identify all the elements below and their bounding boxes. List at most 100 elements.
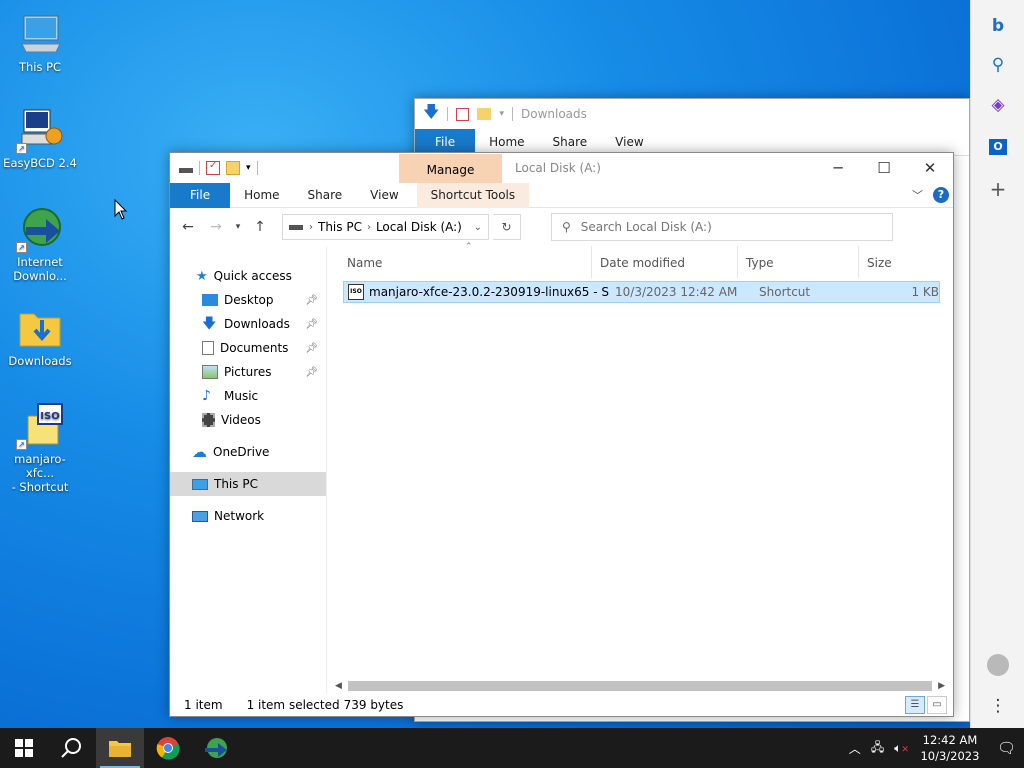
- desktop-icon-manjaro-shortcut[interactable]: ISO ↗ manjaro-xfc... - Shortcut: [1, 402, 79, 494]
- column-date-modified[interactable]: Date modified: [592, 246, 738, 278]
- search-icon[interactable]: ⚲: [986, 53, 1010, 77]
- nav-onedrive[interactable]: ☁ OneDrive: [170, 440, 326, 464]
- column-type[interactable]: Type: [738, 246, 859, 278]
- pin-icon[interactable]: 📌︎: [305, 343, 318, 354]
- system-tray: ︿ 🖧︎ 🔈︎✕ 12:42 AM 10/3/2023 🗨︎: [849, 728, 1024, 768]
- computer-icon: [192, 478, 208, 490]
- office-icon[interactable]: ◈: [986, 93, 1010, 117]
- nav-label: Videos: [221, 413, 261, 427]
- tab-view[interactable]: View: [356, 183, 412, 208]
- search-input[interactable]: [580, 220, 871, 234]
- file-date: 10/3/2023 12:42 AM: [615, 285, 738, 299]
- nav-videos[interactable]: Videos: [170, 408, 326, 432]
- document-icon: [202, 341, 214, 355]
- nav-desktop[interactable]: Desktop 📌︎: [170, 288, 326, 312]
- taskbar-chrome[interactable]: [144, 728, 192, 768]
- nav-this-pc[interactable]: This PC: [170, 472, 326, 496]
- close-button[interactable]: ✕: [907, 153, 953, 183]
- minimize-button[interactable]: ─: [815, 153, 861, 183]
- shortcut-arrow-icon: ↗: [16, 143, 27, 154]
- pin-icon[interactable]: 📌︎: [305, 295, 318, 306]
- column-size[interactable]: Size: [859, 246, 929, 278]
- expand-ribbon-icon[interactable]: ﹀: [912, 187, 923, 203]
- shortcut-arrow-icon: ↗: [16, 439, 27, 450]
- desktop-icon-idm[interactable]: ↗ Internet Downlo...: [1, 205, 79, 283]
- address-bar[interactable]: › This PC › Local Disk (A:) ⌄: [282, 214, 489, 240]
- column-name[interactable]: Name: [327, 246, 592, 278]
- search-box[interactable]: ⚲: [551, 213, 893, 241]
- nav-network[interactable]: Network: [170, 504, 326, 528]
- file-type: Shortcut: [759, 285, 811, 299]
- forward-button[interactable]: →: [204, 215, 228, 239]
- svg-text:ISO: ISO: [40, 411, 59, 422]
- details-view-button[interactable]: ☰: [905, 696, 925, 714]
- volume-muted-icon[interactable]: 🔈︎✕: [894, 741, 909, 756]
- address-row: ← → ▾ ↑ › This PC › Local Disk (A:) ⌄ ↻ …: [170, 208, 953, 246]
- nav-label: OneDrive: [213, 445, 270, 459]
- cloud-icon: ☁: [192, 443, 207, 461]
- table-row[interactable]: ISO manjaro-xfce-23.0.2-230919-linux65 -…: [343, 281, 940, 303]
- scroll-right-icon[interactable]: ▶: [938, 681, 945, 691]
- add-icon[interactable]: +: [986, 177, 1010, 201]
- refresh-button[interactable]: ↻: [493, 214, 521, 240]
- pin-icon[interactable]: 📌︎: [305, 319, 318, 330]
- clock[interactable]: 12:42 AM 10/3/2023: [919, 732, 981, 764]
- breadcrumb-this-pc[interactable]: This PC: [313, 220, 367, 234]
- tab-file[interactable]: File: [170, 183, 231, 208]
- scroll-left-icon[interactable]: ◀: [335, 681, 342, 691]
- nav-pictures[interactable]: Pictures 📌︎: [170, 360, 326, 384]
- mouse-cursor-icon: [114, 198, 130, 224]
- nav-label: Pictures: [224, 365, 272, 379]
- pin-icon[interactable]: 📌︎: [305, 367, 318, 378]
- clock-time: 12:42 AM: [922, 733, 978, 747]
- new-folder-icon[interactable]: [226, 161, 240, 175]
- notifications-icon[interactable]: 🗨︎: [997, 739, 1016, 757]
- show-hidden-icons-icon[interactable]: ︿: [849, 740, 861, 757]
- status-item-count: 1 item: [184, 698, 223, 712]
- file-list[interactable]: ⌃ Name Date modified Type Size ISO manja…: [326, 242, 953, 694]
- explorer-window[interactable]: ✓ ▾ Manage Local Disk (A:) ─ ☐ ✕ File Ho…: [169, 152, 954, 717]
- tab-home[interactable]: Home: [230, 183, 293, 208]
- file-size: 1 KB: [911, 285, 939, 299]
- desktop-icon-label: Internet Downlo...: [13, 255, 67, 283]
- desktop-icon-this-pc[interactable]: This PC: [1, 10, 79, 74]
- help-icon[interactable]: ?: [933, 187, 949, 203]
- recent-locations-button[interactable]: ▾: [232, 215, 244, 239]
- scrollbar-thumb[interactable]: [347, 681, 933, 691]
- nav-documents[interactable]: Documents 📌︎: [170, 336, 326, 360]
- desktop-icon-easybcd[interactable]: ↗ EasyBCD 2.4: [1, 106, 79, 170]
- tab-shortcut-tools[interactable]: Shortcut Tools: [416, 183, 530, 208]
- properties-icon[interactable]: ✓: [206, 160, 220, 175]
- network-status-icon[interactable]: 🖧︎: [871, 738, 884, 759]
- maximize-button[interactable]: ☐: [861, 153, 907, 183]
- explorer-titlebar[interactable]: ✓ ▾ Manage Local Disk (A:) ─ ☐ ✕: [170, 153, 953, 183]
- easybcd-icon: ↗: [16, 106, 64, 154]
- nav-quick-access[interactable]: ★ Quick access: [170, 264, 326, 288]
- nav-music[interactable]: ♪ Music: [170, 384, 326, 408]
- dropdown-caret-icon[interactable]: ▾: [246, 163, 251, 173]
- horizontal-scrollbar[interactable]: ◀ ▶: [327, 678, 953, 694]
- up-button[interactable]: ↑: [248, 215, 272, 239]
- start-button[interactable]: [0, 728, 48, 768]
- sort-ascending-icon: ⌃: [465, 242, 473, 252]
- nav-downloads[interactable]: 🡇 Downloads 📌︎: [170, 312, 326, 336]
- search-button[interactable]: [48, 728, 96, 768]
- back-button[interactable]: ←: [176, 215, 200, 239]
- outlook-icon[interactable]: O: [986, 133, 1010, 157]
- taskbar-file-explorer[interactable]: [96, 728, 144, 768]
- column-headers: ⌃ Name Date modified Type Size: [327, 242, 953, 278]
- nav-label: Documents: [220, 341, 289, 355]
- bing-icon[interactable]: b: [986, 14, 1010, 38]
- iso-file-icon: ISO ↗: [16, 402, 64, 450]
- address-dropdown-icon[interactable]: ⌄: [474, 222, 482, 233]
- tab-share[interactable]: Share: [294, 183, 357, 208]
- desktop-icon-downloads[interactable]: Downloads: [1, 304, 79, 368]
- large-icons-view-button[interactable]: ▭: [927, 696, 947, 714]
- breadcrumb-local-disk[interactable]: Local Disk (A:): [371, 220, 467, 234]
- taskbar-idm[interactable]: [192, 728, 240, 768]
- more-options-icon[interactable]: ⋮: [986, 694, 1010, 718]
- avatar[interactable]: [986, 654, 1010, 678]
- quick-access-toolbar: ✓ ▾: [170, 153, 258, 183]
- folder-icon: [477, 108, 492, 120]
- properties-icon: [456, 107, 470, 121]
